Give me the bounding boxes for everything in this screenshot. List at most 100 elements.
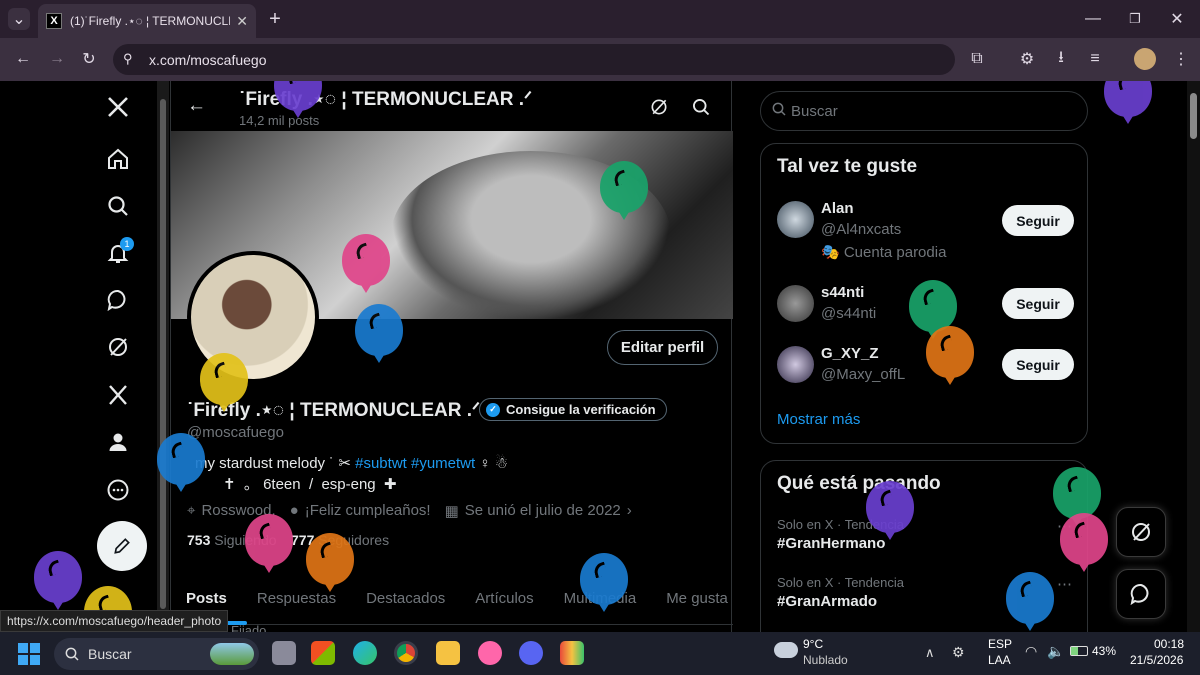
new-tab-button[interactable]: + bbox=[264, 8, 286, 30]
following-count: 753 bbox=[187, 532, 211, 548]
menu-icon[interactable]: ⋮ bbox=[1170, 48, 1192, 70]
clock-time[interactable]: 00:18 bbox=[1154, 637, 1184, 651]
downloads-icon[interactable]: ⭳ bbox=[1050, 48, 1072, 70]
balloon-decoration bbox=[34, 551, 82, 603]
home-icon[interactable] bbox=[100, 141, 136, 177]
restore-button[interactable]: ❐ bbox=[1124, 8, 1146, 30]
tab-highlights[interactable]: Destacados bbox=[351, 573, 460, 624]
balloon-birthday-icon: ● bbox=[289, 502, 299, 519]
more-options-icon[interactable] bbox=[100, 472, 136, 508]
forward-button[interactable]: → bbox=[46, 48, 68, 70]
profile-icon[interactable] bbox=[100, 424, 136, 460]
user-name[interactable]: Alan bbox=[821, 200, 854, 217]
volume-icon[interactable]: 🔈 bbox=[1047, 643, 1064, 660]
task-view-icon[interactable] bbox=[272, 641, 296, 665]
steam-icon[interactable]: ⚙ bbox=[952, 644, 965, 661]
discord-icon[interactable] bbox=[519, 641, 543, 665]
edit-profile-button[interactable]: Editar perfil bbox=[607, 330, 718, 365]
compose-post-button[interactable] bbox=[97, 521, 147, 571]
clock-date[interactable]: 21/5/2026 bbox=[1130, 653, 1183, 667]
trend-meta: Solo en X · Tendencia bbox=[777, 575, 904, 590]
balloon-decoration bbox=[342, 234, 390, 286]
notifications-bell-icon[interactable]: 1 bbox=[100, 235, 136, 271]
site-info-icon[interactable]: ⚲ bbox=[123, 51, 133, 67]
taskbar-search-icon bbox=[64, 646, 80, 665]
taskbar-search-label: Buscar bbox=[88, 646, 132, 662]
chat-icon bbox=[1130, 583, 1149, 606]
user-handle: @s44nti bbox=[821, 305, 877, 322]
grok-fab-button[interactable] bbox=[1116, 507, 1166, 557]
follow-button[interactable]: Seguir bbox=[1002, 288, 1074, 319]
windows-start-icon[interactable] bbox=[18, 643, 40, 665]
trend-name[interactable]: #GranHermano bbox=[777, 535, 885, 552]
get-verified-button[interactable]: ✓ Consigue la verificación bbox=[479, 398, 667, 421]
trend-more-icon[interactable]: ⋯ bbox=[1057, 575, 1072, 593]
avatar[interactable] bbox=[777, 201, 814, 238]
chat-icon[interactable] bbox=[100, 282, 136, 318]
reload-button[interactable]: ↻ bbox=[78, 48, 100, 70]
balloon-decoration bbox=[909, 280, 957, 332]
post-count: 14,2 mil posts bbox=[239, 113, 320, 128]
media-controls-icon[interactable]: ≡ bbox=[1084, 48, 1106, 70]
follow-button[interactable]: Seguir bbox=[1002, 205, 1074, 236]
avatar[interactable] bbox=[777, 346, 814, 383]
follow-button[interactable]: Seguir bbox=[1002, 349, 1074, 380]
search-icon[interactable] bbox=[100, 188, 136, 224]
user-name[interactable]: G_XY_Z bbox=[821, 345, 879, 362]
tray-chevron-icon[interactable]: ∧ bbox=[925, 645, 935, 661]
profile-search-icon[interactable] bbox=[691, 97, 711, 122]
keyboard-layout[interactable]: LAA bbox=[988, 653, 1011, 667]
wifi-icon[interactable]: ◠ bbox=[1025, 643, 1037, 660]
tab-articles[interactable]: Artículos bbox=[460, 573, 548, 624]
battery-icon[interactable] bbox=[1070, 646, 1088, 656]
birthday: ¡Feliz cumpleaños! bbox=[304, 502, 431, 519]
weather-desc[interactable]: Nublado bbox=[803, 653, 848, 667]
premium-x-icon[interactable] bbox=[100, 377, 136, 413]
minimize-button[interactable]: — bbox=[1082, 8, 1104, 30]
balloon-decoration bbox=[200, 353, 248, 405]
search-input[interactable]: Buscar bbox=[760, 91, 1088, 131]
left-scrollbar[interactable] bbox=[157, 81, 169, 633]
app-icon[interactable] bbox=[560, 641, 584, 665]
bio-hashtags[interactable]: #subtwt #yumetwt bbox=[355, 455, 475, 472]
taskbar-search[interactable]: Buscar bbox=[54, 638, 259, 670]
battery-percent[interactable]: 43% bbox=[1092, 644, 1116, 658]
profile-tabs: Posts Respuestas Destacados Artículos Mu… bbox=[171, 573, 733, 625]
show-more-link[interactable]: Mostrar más bbox=[777, 411, 860, 428]
balloon-decoration bbox=[1060, 513, 1108, 565]
chat-fab-button[interactable] bbox=[1116, 569, 1166, 619]
user-name[interactable]: s44nti bbox=[821, 284, 864, 301]
grok-header-icon[interactable] bbox=[649, 97, 669, 122]
back-button[interactable]: ← bbox=[12, 48, 34, 70]
osu-icon[interactable] bbox=[478, 641, 502, 665]
trend-name[interactable]: #GranArmado bbox=[777, 593, 877, 610]
back-arrow-icon[interactable]: ← bbox=[187, 95, 206, 117]
location-icon: ⌖ bbox=[187, 502, 196, 519]
tab-search-button[interactable]: ⌄ bbox=[8, 8, 30, 30]
page-scrollbar[interactable] bbox=[1187, 81, 1200, 633]
chrome-icon[interactable] bbox=[394, 641, 418, 665]
search-highlight-image bbox=[210, 643, 254, 665]
tab-likes[interactable]: Me gusta bbox=[651, 573, 743, 624]
weather-temp[interactable]: 9°C bbox=[803, 637, 823, 651]
grok-icon bbox=[1132, 523, 1150, 541]
balloon-decoration bbox=[306, 533, 354, 585]
performance-icon[interactable]: ⚙ bbox=[1016, 48, 1038, 70]
balloon-decoration bbox=[1053, 467, 1101, 519]
input-language[interactable]: ESP bbox=[988, 637, 1012, 651]
close-window-button[interactable]: ✕ bbox=[1166, 8, 1188, 30]
edge-icon[interactable] bbox=[353, 641, 377, 665]
address-bar[interactable]: ⚲ x.com/moscafuego bbox=[113, 44, 955, 75]
extensions-icon[interactable]: ⧉ bbox=[966, 48, 988, 70]
browser-tab[interactable]: X (1)˙Firefly .⋆◌ ¦ TERMONUCLEAR ✕ bbox=[38, 4, 256, 38]
grok-icon[interactable] bbox=[100, 329, 136, 365]
right-sidebar: Buscar Tal vez te guste Alan @Al4nxcats … bbox=[760, 81, 1090, 633]
x-logo-icon[interactable] bbox=[100, 89, 136, 125]
profile-avatar[interactable] bbox=[1134, 48, 1156, 70]
file-explorer-icon[interactable] bbox=[436, 641, 460, 665]
avatar[interactable] bbox=[777, 285, 814, 322]
close-tab-icon[interactable]: ✕ bbox=[236, 13, 248, 30]
store-icon[interactable] bbox=[311, 641, 335, 665]
notifications-badge: 1 bbox=[120, 237, 134, 251]
tab-title: (1)˙Firefly .⋆◌ ¦ TERMONUCLEAR bbox=[70, 14, 230, 28]
